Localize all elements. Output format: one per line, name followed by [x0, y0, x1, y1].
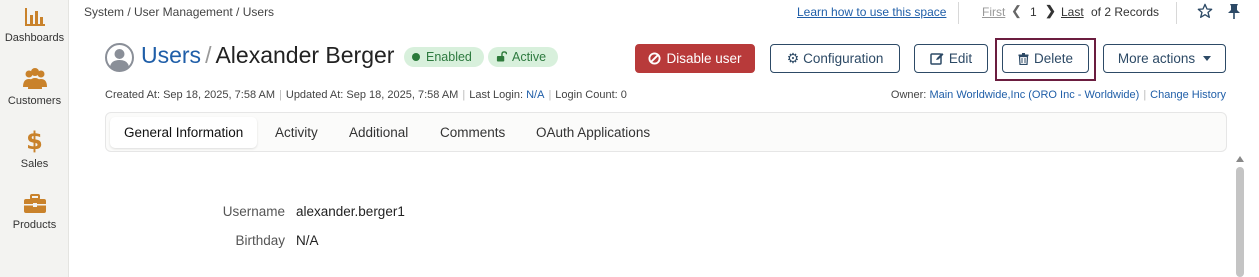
edit-button[interactable]: Edit [914, 44, 988, 73]
caret-down-icon [1203, 56, 1212, 61]
owner-meta: Owner: Main Worldwide,Inc (ORO Inc - Wor… [890, 89, 1226, 101]
sidebar-item-label: Sales [20, 158, 49, 170]
breadcrumb: System / User Management / Users [84, 5, 275, 19]
last-login-label: Last Login: [469, 89, 524, 101]
last-login-value: N/A [526, 89, 545, 101]
field-label-username: Username [222, 204, 285, 219]
tab-activity[interactable]: Activity [261, 117, 332, 148]
trash-icon [1018, 53, 1029, 66]
status-badge-active: Active [488, 47, 558, 67]
tab-general-information[interactable]: General Information [110, 117, 258, 148]
edit-icon [930, 53, 944, 65]
people-icon [22, 68, 47, 89]
pin-icon[interactable] [1227, 3, 1241, 22]
bar-chart-icon [24, 8, 45, 26]
learn-link[interactable]: Learn how to use this space [797, 5, 946, 19]
pager-record-count: of 2 Records [1091, 5, 1160, 19]
delete-button[interactable]: Delete [1002, 44, 1089, 73]
tab-bar: General Information Activity Additional … [105, 112, 1227, 152]
sidebar-item-sales[interactable]: $ Sales [0, 128, 69, 170]
record-meta: Created At: Sep 18, 2025, 7:58 AM | Update… [105, 89, 627, 101]
tab-oauth-applications[interactable]: OAuth Applications [522, 117, 664, 148]
gear-icon: ⚙ [786, 51, 800, 67]
owner-link[interactable]: Main Worldwide,Inc (ORO Inc - Worldwide) [929, 89, 1139, 101]
sidebar-item-customers[interactable]: Customers [0, 67, 69, 107]
login-count: Login Count: 0 [555, 89, 627, 101]
scroll-up-arrow-icon[interactable] [1236, 156, 1244, 162]
change-history-link[interactable]: Change History [1150, 89, 1226, 101]
dollar-icon: $ [26, 127, 43, 155]
divider [958, 2, 959, 24]
title-name: Alexander Berger [215, 42, 395, 68]
sidebar-item-dashboards[interactable]: Dashboards [0, 6, 69, 44]
chevron-right-icon[interactable]: ❯ [1045, 3, 1056, 19]
status-badge-enabled: Enabled [404, 47, 484, 67]
updated-at: Updated At: Sep 18, 2025, 7:58 AM [285, 89, 459, 101]
title-separator: / [205, 42, 212, 68]
more-actions-button[interactable]: More actions [1103, 44, 1226, 73]
tab-comments[interactable]: Comments [426, 117, 519, 148]
configuration-button[interactable]: ⚙ Configuration [770, 44, 900, 73]
pager-last-link[interactable]: Last [1061, 5, 1084, 19]
tab-additional[interactable]: Additional [335, 117, 422, 148]
sidebar-item-label: Products [12, 219, 57, 231]
sidebar-item-label: Dashboards [4, 32, 65, 44]
status-dot-icon [412, 53, 420, 61]
owner-label: Owner: [890, 89, 927, 101]
star-icon[interactable] [1197, 3, 1213, 22]
avatar [105, 43, 134, 72]
title-section-link[interactable]: Users [141, 42, 201, 68]
sidebar-item-label: Customers [7, 95, 62, 107]
divider [1176, 2, 1177, 24]
page-title: Users / Alexander Berger [141, 42, 394, 69]
disable-user-button[interactable]: Disable user [635, 44, 755, 73]
chevron-left-icon[interactable]: ❮ [1011, 3, 1022, 19]
field-label-birthday: Birthday [235, 233, 285, 248]
pager-current-page: 1 [1030, 5, 1037, 19]
scrollbar-thumb[interactable] [1236, 167, 1244, 277]
ban-icon [648, 52, 662, 65]
field-value-birthday: N/A [296, 233, 319, 248]
field-value-username: alexander.berger1 [296, 204, 405, 219]
pager-first-link[interactable]: First [982, 5, 1005, 19]
briefcase-icon [23, 194, 46, 213]
main-sidebar: Dashboards Customers $ Sales Products [0, 0, 69, 277]
created-at: Created At: Sep 18, 2025, 7:58 AM [105, 89, 276, 101]
sidebar-item-products[interactable]: Products [0, 193, 69, 231]
unlock-icon [496, 51, 508, 62]
